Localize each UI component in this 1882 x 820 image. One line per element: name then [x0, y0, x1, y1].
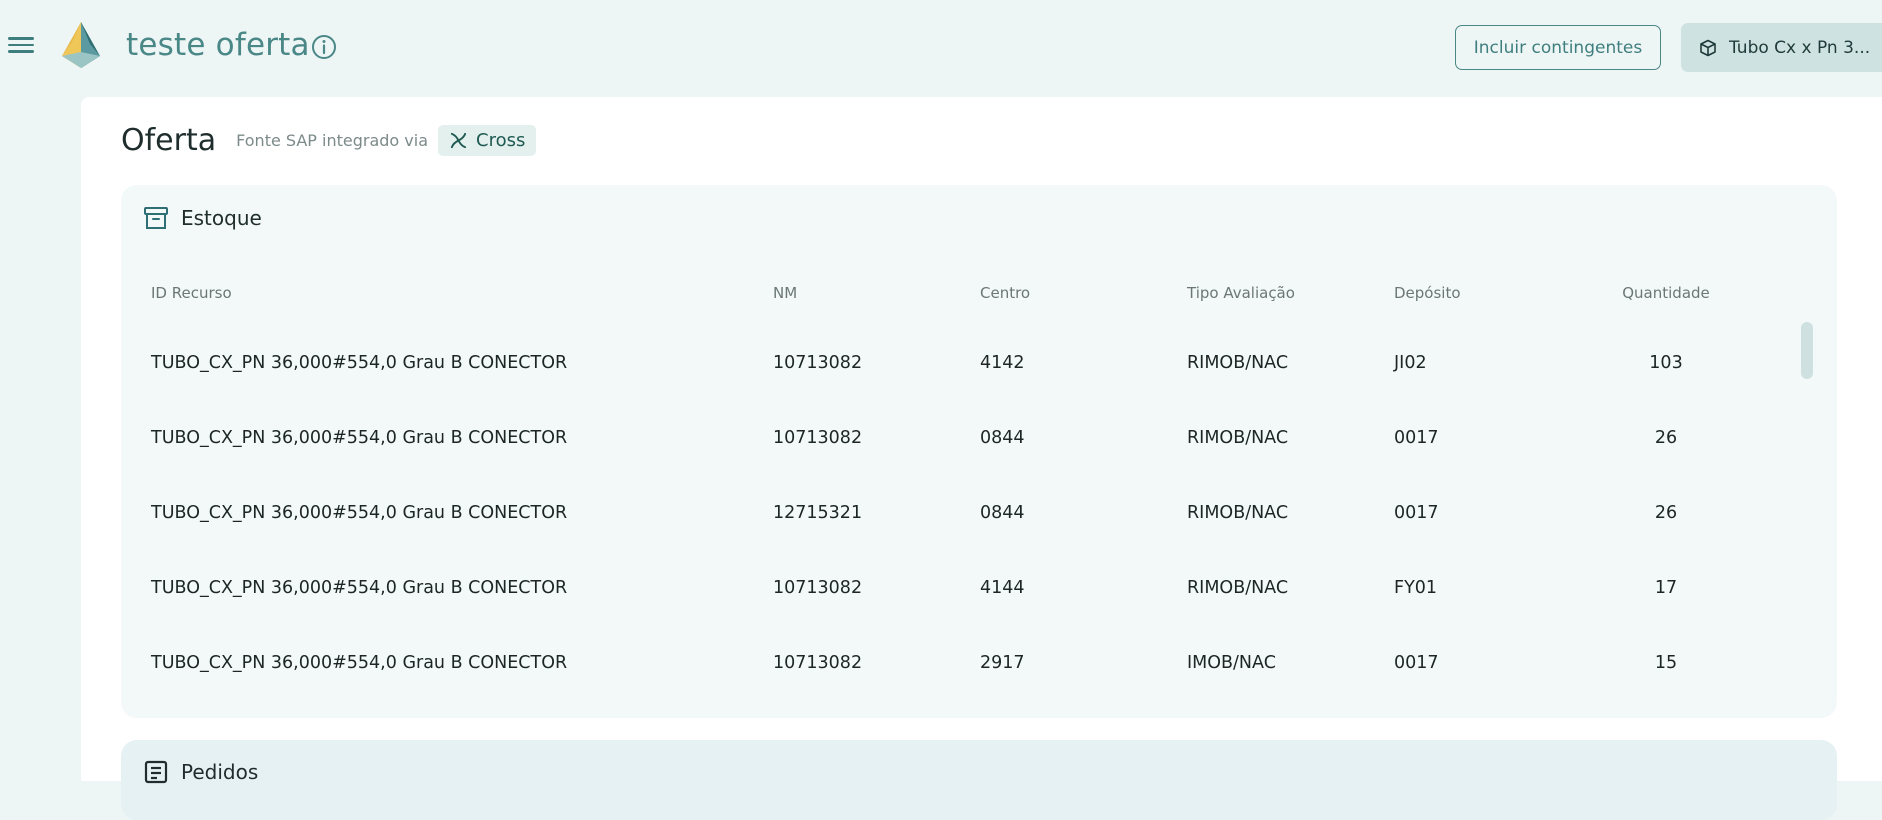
page-title: Oferta: [121, 123, 217, 158]
cell-tipo: IMOB/NAC: [1187, 653, 1276, 673]
table-row[interactable]: TUBO_CX_PN 36,000#554,0 Grau B CONECTOR …: [151, 653, 1801, 677]
cell-deposito: 0017: [1394, 653, 1439, 673]
table-row[interactable]: TUBO_CX_PN 36,000#554,0 Grau B CONECTOR …: [151, 428, 1801, 452]
column-header-nm[interactable]: NM: [773, 284, 797, 302]
cell-centro: 0844: [980, 428, 1025, 448]
cell-centro: 4142: [980, 353, 1025, 373]
cell-centro: 0844: [980, 503, 1025, 523]
stock-section-header: Estoque: [143, 205, 262, 231]
info-icon[interactable]: [311, 34, 337, 60]
source-label: Fonte SAP integrado via: [236, 131, 429, 150]
cell-tipo: RIMOB/NAC: [1187, 353, 1289, 373]
product-selector-label: Tubo Cx x Pn 3...: [1729, 37, 1871, 58]
cell-quantidade: 15: [1654, 653, 1678, 673]
order-list-icon: [144, 760, 168, 784]
orders-section-header: Pedidos: [143, 759, 258, 785]
cell-quantidade: 103: [1649, 353, 1683, 373]
table-row[interactable]: TUBO_CX_PN 36,000#554,0 Grau B CONECTOR …: [151, 353, 1801, 377]
top-bar: teste oferta Incluir contingentes Tubo C…: [0, 0, 1882, 96]
stock-section-title: Estoque: [181, 206, 262, 230]
column-header-tipo[interactable]: Tipo Avaliação: [1187, 284, 1295, 302]
table-scrollbar[interactable]: [1801, 322, 1813, 379]
cell-deposito: 0017: [1394, 428, 1439, 448]
cell-id: TUBO_CX_PN 36,000#554,0 Grau B CONECTOR: [151, 428, 568, 448]
cell-nm: 10713082: [773, 653, 863, 673]
cube-icon: [1700, 39, 1716, 56]
cell-quantidade: 26: [1654, 428, 1678, 448]
cell-nm: 10713082: [773, 353, 863, 373]
cell-deposito: JI02: [1394, 353, 1427, 373]
column-header-quantidade[interactable]: Quantidade: [1611, 284, 1721, 302]
cell-centro: 4144: [980, 578, 1025, 598]
cell-deposito: FY01: [1394, 578, 1438, 598]
table-row[interactable]: TUBO_CX_PN 36,000#554,0 Grau B CONECTOR …: [151, 503, 1801, 527]
cell-id: TUBO_CX_PN 36,000#554,0 Grau B CONECTOR: [151, 578, 568, 598]
source-badge: Cross: [438, 125, 537, 156]
pinwheel-icon: [450, 132, 467, 149]
cell-nm: 10713082: [773, 578, 863, 598]
cell-id: TUBO_CX_PN 36,000#554,0 Grau B CONECTOR: [151, 353, 568, 373]
source-badge-label: Cross: [476, 130, 526, 151]
cell-deposito: 0017: [1394, 503, 1439, 523]
pyramid-logo: [62, 22, 100, 68]
menu-icon[interactable]: [8, 34, 34, 56]
cell-quantidade: 26: [1654, 503, 1678, 523]
column-header-id[interactable]: ID Recurso: [151, 284, 232, 302]
cell-tipo: RIMOB/NAC: [1187, 578, 1289, 598]
cell-nm: 12715321: [773, 503, 863, 523]
offer-panel: Oferta Fonte SAP integrado via Cross Est…: [81, 97, 1882, 820]
archive-box-icon: [144, 207, 168, 229]
cell-tipo: RIMOB/NAC: [1187, 428, 1289, 448]
cell-id: TUBO_CX_PN 36,000#554,0 Grau B CONECTOR: [151, 503, 568, 523]
column-header-deposito[interactable]: Depósito: [1394, 284, 1461, 302]
cell-nm: 10713082: [773, 428, 863, 448]
table-row[interactable]: TUBO_CX_PN 36,000#554,0 Grau B CONECTOR …: [151, 578, 1801, 602]
cell-centro: 2917: [980, 653, 1025, 673]
column-header-centro[interactable]: Centro: [980, 284, 1030, 302]
cell-tipo: RIMOB/NAC: [1187, 503, 1289, 523]
cell-quantidade: 17: [1654, 578, 1678, 598]
product-selector-button[interactable]: Tubo Cx x Pn 3...: [1681, 23, 1882, 72]
orders-section: Pedidos: [121, 740, 1837, 820]
stock-section: Estoque ID Recurso NM Centro Tipo Avalia…: [121, 185, 1837, 718]
app-title: teste oferta: [126, 27, 310, 63]
cell-id: TUBO_CX_PN 36,000#554,0 Grau B CONECTOR: [151, 653, 568, 673]
orders-section-title: Pedidos: [181, 760, 259, 784]
page-heading: Oferta Fonte SAP integrado via Cross: [121, 123, 537, 158]
table-header: ID Recurso NM Centro Tipo Avaliação Depó…: [151, 284, 1801, 304]
include-contingents-button[interactable]: Incluir contingentes: [1455, 25, 1661, 70]
